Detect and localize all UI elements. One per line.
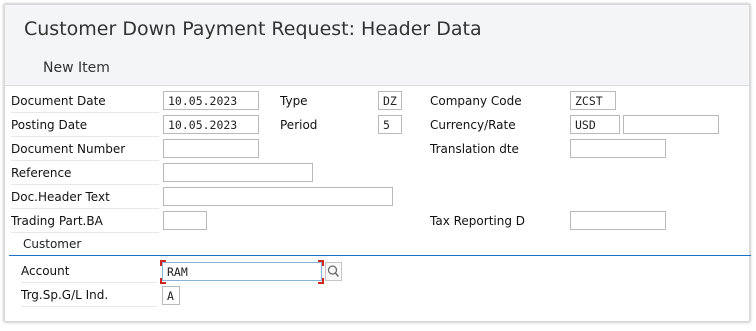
type-label: Type bbox=[280, 94, 308, 108]
period-field[interactable]: 5 bbox=[378, 115, 402, 134]
currency-field[interactable]: USD bbox=[570, 115, 620, 134]
special-gl-indicator-label: Trg.Sp.G/L Ind. bbox=[21, 285, 157, 307]
reference-label: Reference bbox=[11, 163, 159, 185]
translation-date-label: Translation dte bbox=[430, 142, 519, 156]
type-field[interactable]: DZ bbox=[378, 91, 402, 110]
doc-header-text-field[interactable] bbox=[163, 187, 393, 206]
translation-date-field[interactable] bbox=[570, 139, 666, 158]
document-number-label: Document Number bbox=[11, 139, 159, 161]
period-label: Period bbox=[280, 118, 318, 132]
customer-section-title: Customer bbox=[23, 237, 82, 251]
account-label: Account bbox=[21, 261, 157, 283]
posting-date-label: Posting Date bbox=[11, 115, 159, 137]
tax-reporting-date-field[interactable] bbox=[570, 211, 666, 230]
new-item-button[interactable]: New Item bbox=[39, 57, 114, 79]
section-divider bbox=[9, 255, 751, 256]
document-date-field[interactable]: 10.05.2023 bbox=[163, 91, 259, 110]
company-code-label: Company Code bbox=[430, 94, 522, 108]
toolbar: New Item bbox=[5, 51, 749, 86]
posting-date-field[interactable]: 10.05.2023 bbox=[163, 115, 259, 134]
document-number-field[interactable] bbox=[163, 139, 259, 158]
currency-rate-label: Currency/Rate bbox=[430, 118, 516, 132]
exchange-rate-field[interactable] bbox=[623, 115, 719, 134]
reference-field[interactable] bbox=[163, 163, 313, 182]
required-marker bbox=[160, 278, 166, 284]
document-header-window: Customer Down Payment Request: Header Da… bbox=[4, 4, 751, 322]
account-field[interactable]: RAM bbox=[162, 262, 322, 281]
page-title: Customer Down Payment Request: Header Da… bbox=[24, 18, 482, 40]
required-marker bbox=[318, 278, 324, 284]
required-marker bbox=[318, 260, 324, 266]
search-icon bbox=[327, 265, 340, 277]
special-gl-indicator-field[interactable]: A bbox=[162, 286, 180, 305]
trading-part-ba-label: Trading Part.BA bbox=[11, 211, 159, 233]
document-date-label: Document Date bbox=[11, 91, 159, 113]
company-code-field[interactable]: ZCST bbox=[570, 91, 616, 110]
title-bar: Customer Down Payment Request: Header Da… bbox=[5, 5, 749, 52]
trading-part-ba-field[interactable] bbox=[163, 211, 207, 230]
tax-reporting-date-label: Tax Reporting D bbox=[430, 214, 526, 228]
search-help-button[interactable] bbox=[325, 262, 342, 281]
required-marker bbox=[160, 260, 166, 266]
doc-header-text-label: Doc.Header Text bbox=[11, 187, 159, 209]
